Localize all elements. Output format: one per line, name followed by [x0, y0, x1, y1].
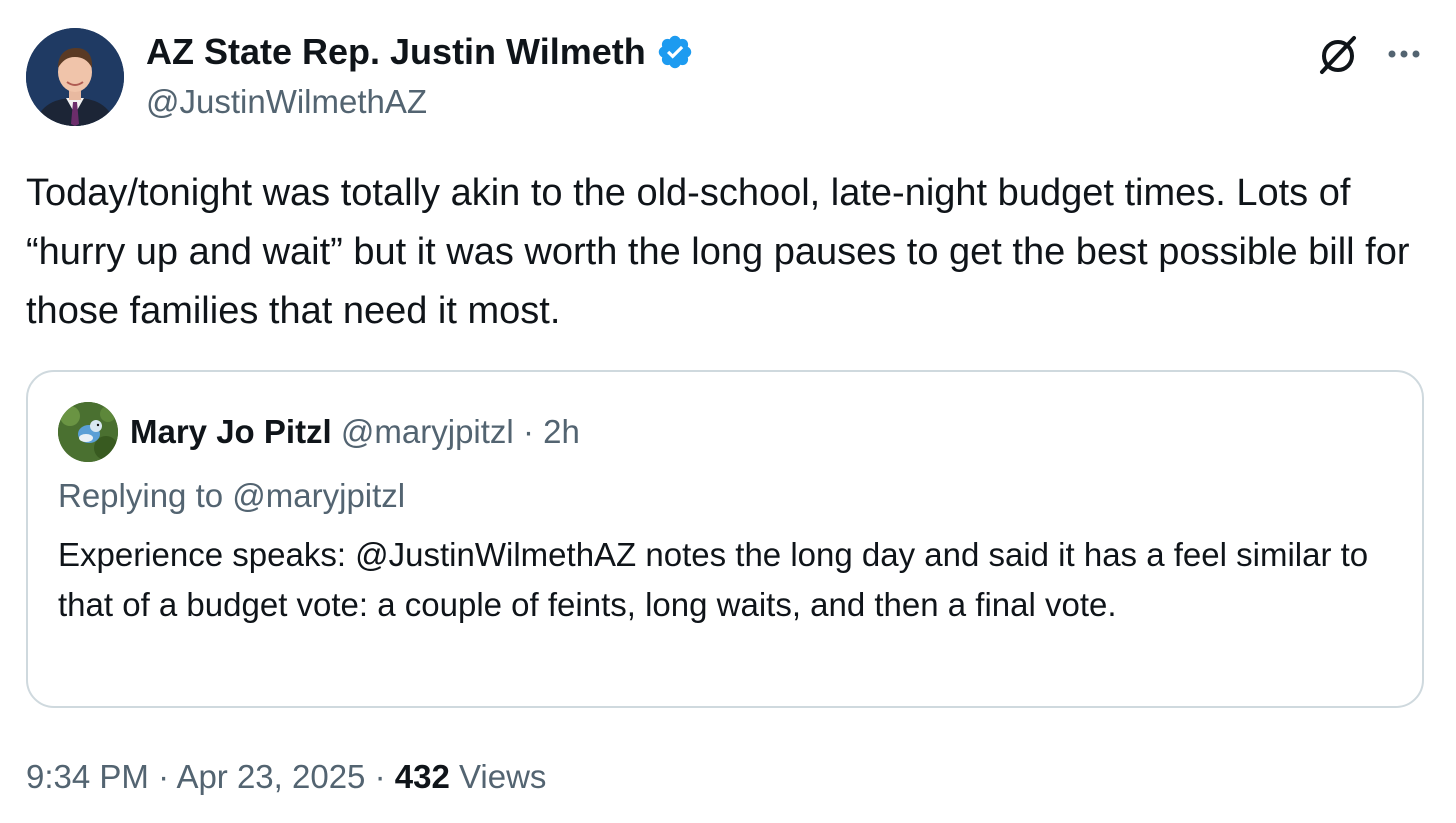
- tweet-time[interactable]: 9:34 PM: [26, 758, 149, 795]
- quote-author-avatar[interactable]: [58, 402, 118, 462]
- views-label: Views: [459, 758, 547, 795]
- more-options-icon[interactable]: [1380, 30, 1428, 78]
- quote-header: Mary Jo Pitzl @maryjpitzl · 2h: [130, 410, 580, 454]
- author-name[interactable]: AZ State Rep. Justin Wilmeth: [146, 30, 646, 74]
- quote-timestamp[interactable]: 2h: [543, 413, 580, 450]
- author-avatar-image: [26, 28, 124, 126]
- verified-badge-icon: [658, 35, 691, 69]
- footer-separator: ·: [158, 758, 170, 795]
- quote-replying-to: Replying to @maryjpitzl: [58, 474, 405, 518]
- quote-author-name[interactable]: Mary Jo Pitzl: [130, 413, 332, 450]
- grok-icon[interactable]: [1314, 30, 1362, 78]
- tweet-footer: 9:34 PM · Apr 23, 2025 · 432 Views: [26, 754, 546, 800]
- tweet-text: Today/tonight was totally akin to the ol…: [26, 172, 1410, 332]
- quote-author-avatar-image: [58, 402, 118, 462]
- author-handle[interactable]: @JustinWilmethAZ: [146, 80, 427, 124]
- tweet-date[interactable]: Apr 23, 2025: [176, 758, 365, 795]
- replying-to-label: Replying to: [58, 477, 224, 514]
- footer-separator: ·: [374, 758, 386, 795]
- quote-author-handle[interactable]: @maryjpitzl: [341, 413, 514, 450]
- replying-to-handle[interactable]: @maryjpitzl: [232, 477, 405, 514]
- quote-separator: ·: [522, 413, 534, 450]
- quote-tweet-card[interactable]: Mary Jo Pitzl @maryjpitzl · 2h Replying …: [26, 370, 1424, 708]
- author-name-row[interactable]: AZ State Rep. Justin Wilmeth: [146, 30, 694, 74]
- quote-text: Experience speaks: @JustinWilmethAZ note…: [58, 536, 1369, 623]
- author-avatar[interactable]: [26, 28, 124, 126]
- views-count: 432: [394, 758, 450, 795]
